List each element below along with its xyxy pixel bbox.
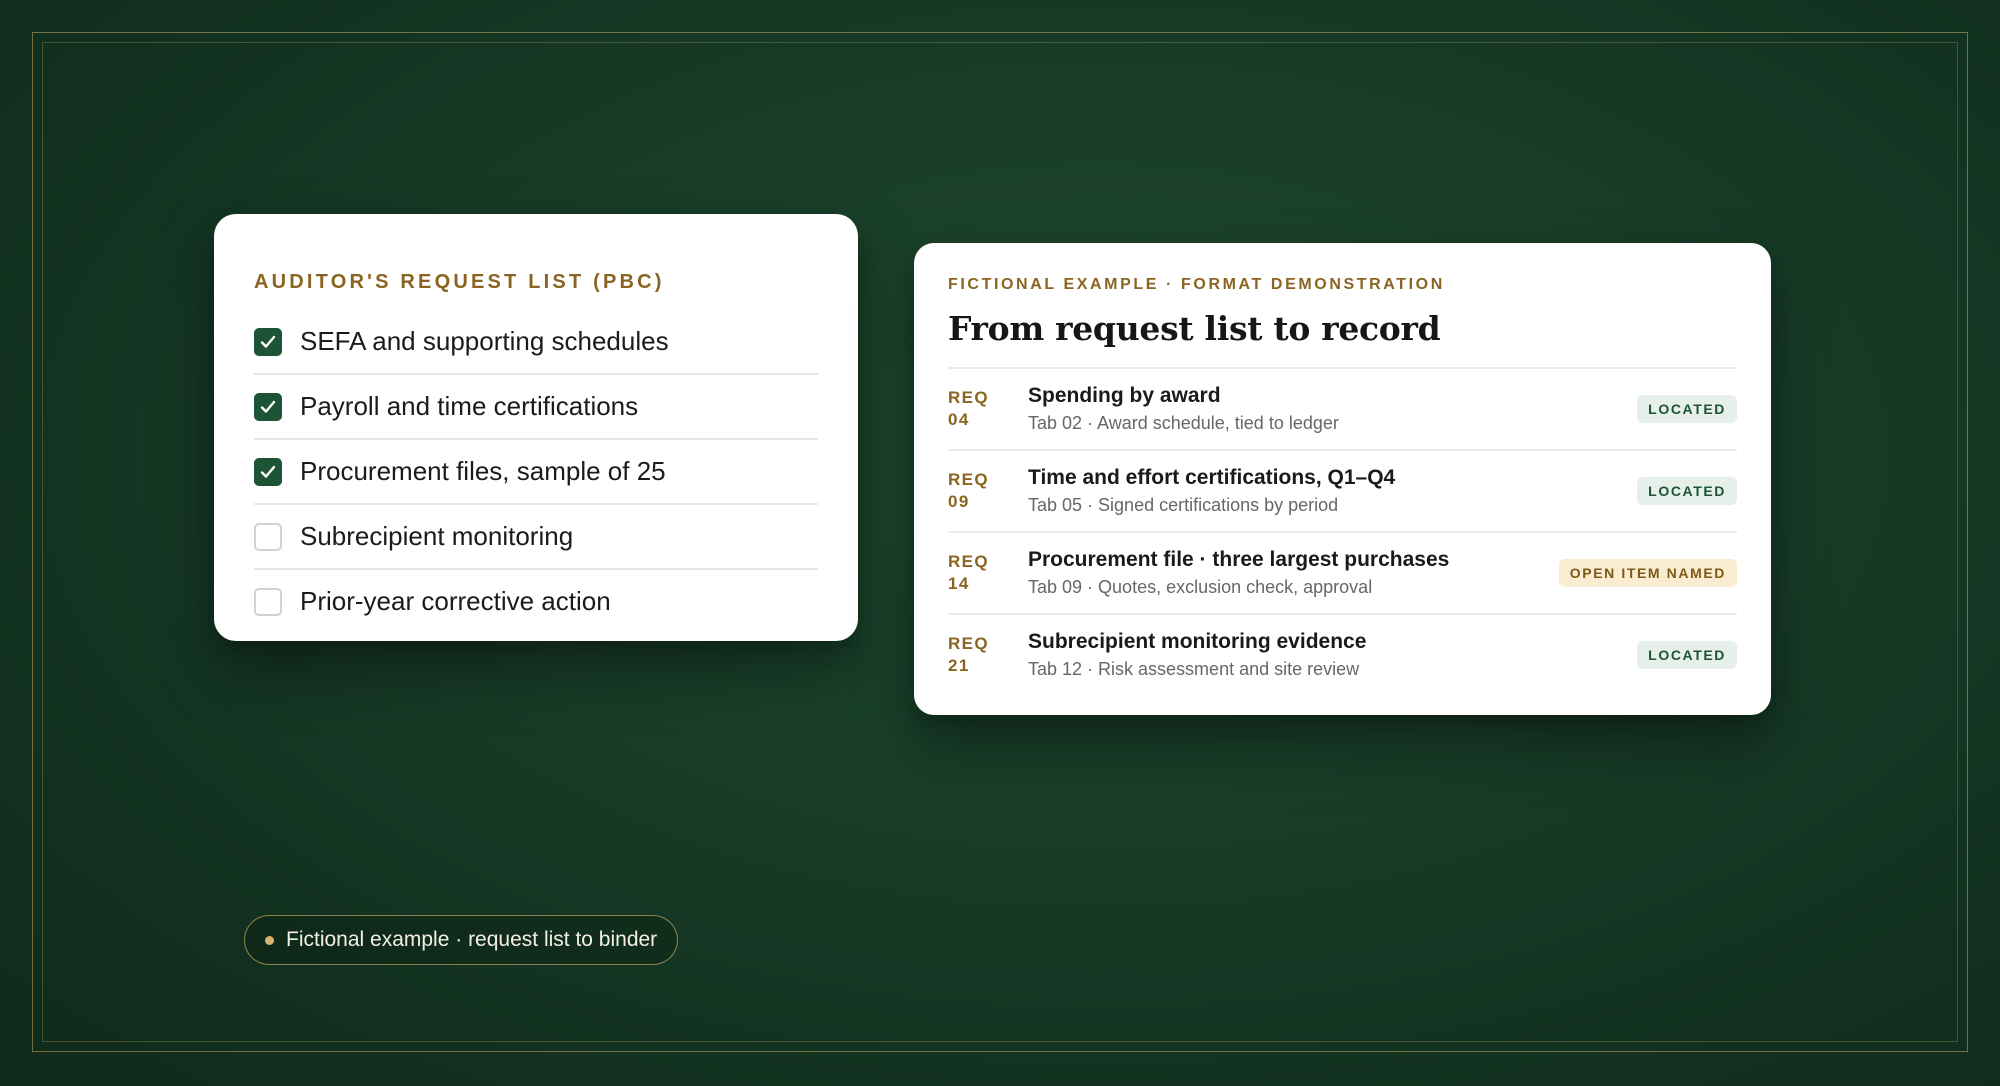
request-number: REQ 04 xyxy=(948,387,1028,431)
record-name: Spending by award xyxy=(1028,384,1221,408)
status-badge: OPEN ITEM NAMED xyxy=(1558,559,1737,588)
record-detail: Tab 12 · Risk assessment and site review xyxy=(1028,659,1360,680)
request-id: 04 xyxy=(948,410,970,430)
record-card-eyebrow: FICTIONAL EXAMPLE · FORMAT DEMONSTRATION xyxy=(948,276,1445,293)
checklist-item[interactable]: Procurement files, sample of 25 xyxy=(254,440,818,505)
record-text: Time and effort certifications, Q1–Q4 Ta… xyxy=(1028,465,1637,517)
caption-pill: Fictional example · request list to bind… xyxy=(244,915,679,965)
checkmark-icon xyxy=(260,400,276,413)
request-number: REQ 21 xyxy=(948,633,1028,677)
checklist-item[interactable]: Prior-year corrective action xyxy=(254,570,818,633)
checklist-item-label: Procurement files, sample of 25 xyxy=(300,456,666,486)
record-text: Subrecipient monitoring evidence Tab 12 … xyxy=(1028,629,1637,681)
status-badge: LOCATED xyxy=(1637,641,1737,670)
checkbox-unchecked[interactable] xyxy=(254,587,282,616)
checkmark-icon xyxy=(260,465,276,478)
checklist-item[interactable]: SEFA and supporting schedules xyxy=(254,310,818,375)
pbc-checklist: SEFA and supporting schedules Payroll an… xyxy=(254,310,818,633)
record-list: REQ 04 Spending by award Tab 02 · Award … xyxy=(948,367,1737,695)
record-name: Time and effort certifications, Q1–Q4 xyxy=(1028,466,1396,490)
record-name: Subrecipient monitoring evidence xyxy=(1028,630,1367,654)
request-number: REQ 14 xyxy=(948,551,1028,595)
checkmark-icon xyxy=(260,335,276,348)
record-detail: Tab 02 · Award schedule, tied to ledger xyxy=(1028,413,1339,434)
record-detail: Tab 05 · Signed certifications by period xyxy=(1028,495,1339,516)
pbc-checklist-card: AUDITOR'S REQUEST LIST (PBC) SEFA and su… xyxy=(214,214,858,641)
status-badge: LOCATED xyxy=(1637,477,1737,506)
bullet-dot-icon xyxy=(265,935,274,945)
request-number: REQ 09 xyxy=(948,469,1028,513)
checklist-item[interactable]: Subrecipient monitoring xyxy=(254,505,818,570)
checklist-item[interactable]: Payroll and time certifications xyxy=(254,375,818,440)
record-row[interactable]: REQ 04 Spending by award Tab 02 · Award … xyxy=(948,369,1737,452)
pbc-card-title: AUDITOR'S REQUEST LIST (PBC) xyxy=(254,271,665,293)
checkbox-unchecked[interactable] xyxy=(254,522,282,551)
record-row[interactable]: REQ 21 Subrecipient monitoring evidence … xyxy=(948,615,1737,695)
checkbox-checked[interactable] xyxy=(254,392,282,421)
checkbox-checked[interactable] xyxy=(254,457,282,486)
record-text: Procurement file · three largest purchas… xyxy=(1028,547,1559,599)
request-id: 09 xyxy=(948,492,970,512)
request-label: REQ xyxy=(948,470,990,490)
checklist-item-label: Prior-year corrective action xyxy=(300,586,611,616)
caption-text: Fictional example · request list to bind… xyxy=(286,928,658,951)
checklist-item-label: SEFA and supporting schedules xyxy=(300,326,669,356)
checklist-item-label: Payroll and time certifications xyxy=(300,391,639,421)
record-card-title: From request list to record xyxy=(948,309,1441,348)
record-text: Spending by award Tab 02 · Award schedul… xyxy=(1028,383,1637,435)
checklist-item-label: Subrecipient monitoring xyxy=(300,521,574,551)
request-label: REQ xyxy=(948,552,990,572)
record-name: Procurement file · three largest purchas… xyxy=(1028,548,1450,572)
request-label: REQ xyxy=(948,634,990,654)
request-label: REQ xyxy=(948,388,990,408)
request-id: 21 xyxy=(948,656,970,676)
record-mapping-card: FICTIONAL EXAMPLE · FORMAT DEMONSTRATION… xyxy=(914,243,1771,715)
status-badge: LOCATED xyxy=(1637,395,1737,424)
checkbox-checked[interactable] xyxy=(254,327,282,356)
record-row[interactable]: REQ 09 Time and effort certifications, Q… xyxy=(948,451,1737,534)
record-detail: Tab 09 · Quotes, exclusion check, approv… xyxy=(1028,577,1373,598)
record-row[interactable]: REQ 14 Procurement file · three largest … xyxy=(948,533,1737,616)
request-id: 14 xyxy=(948,574,970,594)
